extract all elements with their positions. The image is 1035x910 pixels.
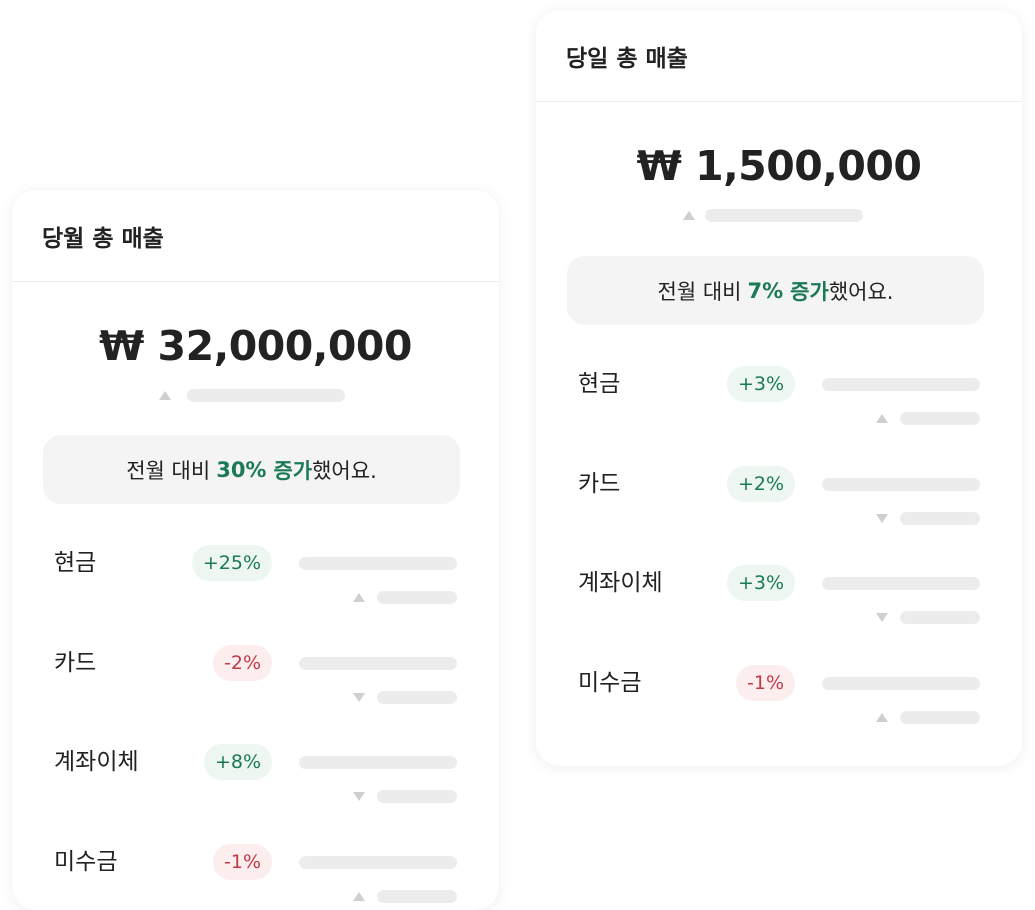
payment-method-label: 미수금 bbox=[54, 844, 117, 880]
daily-sales-card: 당일 총 매출 ₩ 1,500,000 전월 대비 7% 증가 했어요. 현금 +… bbox=[536, 10, 1022, 766]
trend-placeholder bbox=[353, 890, 457, 903]
skeleton-bar bbox=[822, 677, 980, 690]
payment-method-label: 카드 bbox=[578, 466, 620, 502]
total-trend-placeholder bbox=[159, 389, 345, 402]
trend-up-icon bbox=[876, 414, 888, 423]
skeleton-bar bbox=[377, 591, 457, 604]
comparison-word: 증가 bbox=[273, 455, 312, 485]
total-trend-placeholder bbox=[683, 209, 863, 222]
comparison-percent: 30% bbox=[216, 458, 266, 482]
total-amount: ₩ 32,000,000 bbox=[12, 322, 499, 370]
comparison-suffix: 했어요. bbox=[829, 276, 894, 306]
trend-placeholder bbox=[353, 691, 457, 704]
total-amount-block: ₩ 32,000,000 bbox=[12, 322, 499, 370]
payment-method-label: 현금 bbox=[578, 366, 620, 402]
trend-placeholder bbox=[876, 711, 980, 724]
trend-up-icon bbox=[353, 892, 365, 901]
trend-up-icon bbox=[683, 211, 695, 220]
skeleton-bar bbox=[299, 657, 457, 670]
change-badge: +25% bbox=[192, 545, 272, 581]
skeleton-bar bbox=[900, 711, 980, 724]
skeleton-bar bbox=[822, 478, 980, 491]
list-item: 미수금 -1% bbox=[12, 844, 499, 910]
monthly-sales-card: 당월 총 매출 ₩ 32,000,000 전월 대비 30% 증가 했어요. 현… bbox=[12, 190, 499, 910]
card-title: 당일 총 매출 bbox=[536, 10, 1022, 102]
skeleton-bar bbox=[299, 856, 457, 869]
trend-placeholder bbox=[353, 591, 457, 604]
comparison-prefix: 전월 대비 bbox=[126, 455, 210, 485]
skeleton-bar bbox=[822, 378, 980, 391]
skeleton-bar bbox=[822, 577, 980, 590]
trend-up-icon bbox=[353, 593, 365, 602]
skeleton-bar bbox=[299, 756, 457, 769]
trend-down-icon bbox=[353, 693, 365, 702]
list-item: 계좌이체 +8% bbox=[12, 744, 499, 834]
trend-placeholder bbox=[876, 611, 980, 624]
payment-method-label: 카드 bbox=[54, 645, 96, 681]
trend-down-icon bbox=[876, 514, 888, 523]
change-badge: -1% bbox=[736, 665, 795, 701]
skeleton-bar bbox=[377, 790, 457, 803]
list-item: 현금 +3% bbox=[536, 366, 1022, 456]
list-item: 카드 +2% bbox=[536, 466, 1022, 556]
change-badge: -2% bbox=[213, 645, 272, 681]
list-item: 카드 -2% bbox=[12, 645, 499, 735]
trend-down-icon bbox=[353, 792, 365, 801]
card-title: 당월 총 매출 bbox=[12, 190, 499, 282]
trend-placeholder bbox=[353, 790, 457, 803]
comparison-percent: 7% bbox=[748, 279, 784, 303]
comparison-word: 증가 bbox=[790, 276, 829, 306]
skeleton-bar bbox=[377, 691, 457, 704]
skeleton-bar bbox=[900, 412, 980, 425]
trend-down-icon bbox=[876, 613, 888, 622]
payment-method-label: 계좌이체 bbox=[578, 565, 663, 601]
trend-up-icon bbox=[876, 713, 888, 722]
comparison-prefix: 전월 대비 bbox=[658, 276, 742, 306]
skeleton-bar bbox=[377, 890, 457, 903]
trend-placeholder bbox=[876, 412, 980, 425]
skeleton-bar bbox=[900, 611, 980, 624]
total-amount: ₩ 1,500,000 bbox=[536, 142, 1022, 190]
comparison-suffix: 했어요. bbox=[312, 455, 377, 485]
skeleton-bar bbox=[299, 557, 457, 570]
change-badge: +3% bbox=[727, 366, 795, 402]
skeleton-bar bbox=[705, 209, 863, 222]
list-item: 현금 +25% bbox=[12, 545, 499, 635]
total-amount-block: ₩ 1,500,000 bbox=[536, 142, 1022, 190]
trend-placeholder bbox=[876, 512, 980, 525]
skeleton-bar bbox=[187, 389, 345, 402]
payment-method-label: 현금 bbox=[54, 545, 96, 581]
list-item: 계좌이체 +3% bbox=[536, 565, 1022, 655]
payment-method-label: 미수금 bbox=[578, 665, 641, 701]
change-badge: +2% bbox=[727, 466, 795, 502]
skeleton-bar bbox=[900, 512, 980, 525]
change-badge: -1% bbox=[213, 844, 272, 880]
change-badge: +3% bbox=[727, 565, 795, 601]
trend-up-icon bbox=[159, 391, 171, 400]
comparison-banner: 전월 대비 30% 증가 했어요. bbox=[43, 435, 460, 504]
list-item: 미수금 -1% bbox=[536, 665, 1022, 755]
change-badge: +8% bbox=[204, 744, 272, 780]
comparison-banner: 전월 대비 7% 증가 했어요. bbox=[567, 256, 984, 325]
payment-method-label: 계좌이체 bbox=[54, 744, 139, 780]
